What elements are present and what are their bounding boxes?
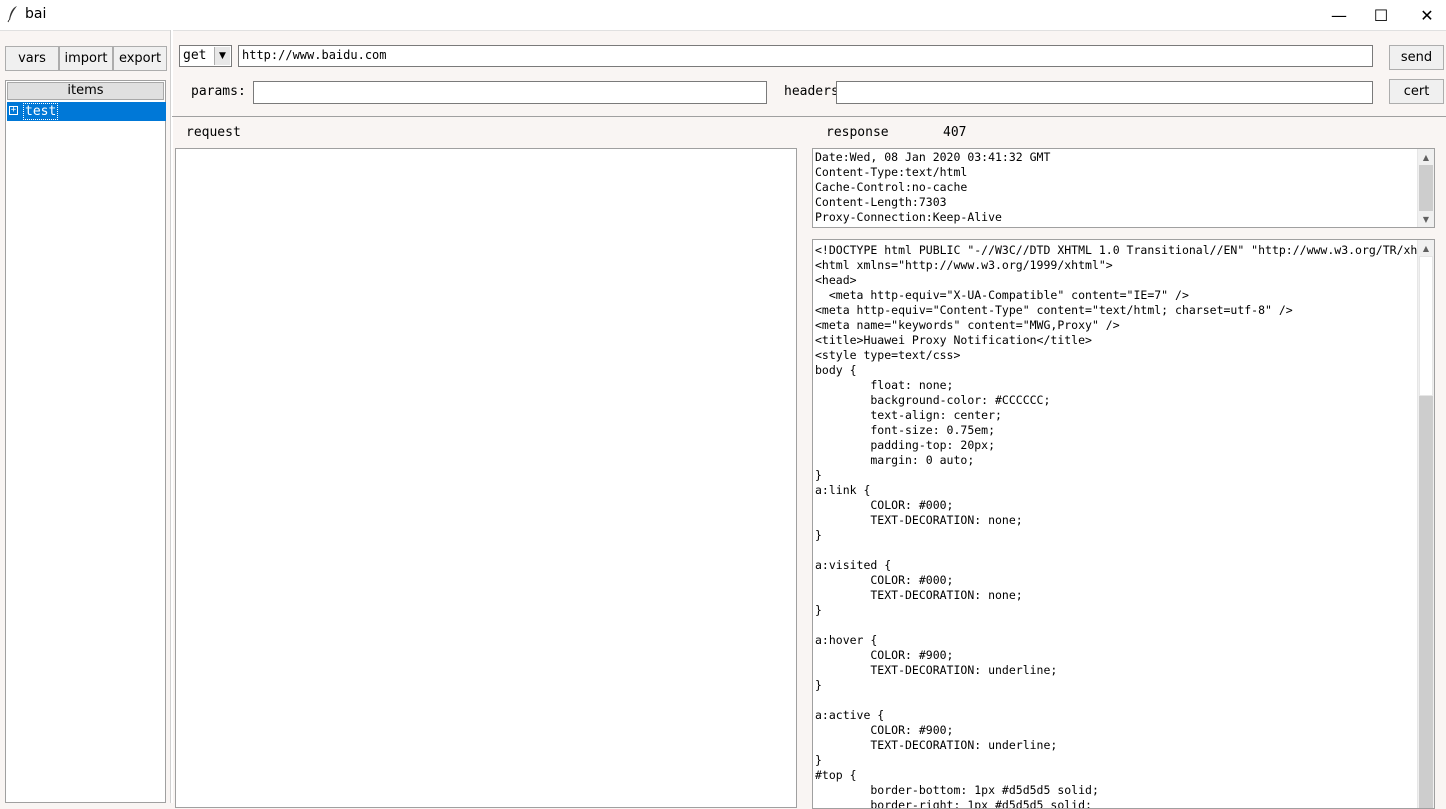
maximize-button[interactable]: ☐ (1358, 0, 1404, 30)
url-input[interactable]: http://www.baidu.com (238, 45, 1373, 67)
send-button[interactable]: send (1389, 45, 1444, 70)
feather-icon (7, 6, 17, 23)
headers-input[interactable] (836, 81, 1373, 104)
body-scrollbar[interactable]: ▲ (1417, 240, 1434, 808)
headers-scrollbar[interactable]: ▲ ▼ (1417, 149, 1434, 227)
tree-column-header[interactable]: items (7, 82, 164, 100)
export-button[interactable]: export (113, 46, 167, 71)
scroll-thumb[interactable] (1419, 165, 1433, 211)
title-bar: bai — ☐ ✕ (0, 0, 1446, 31)
request-body-text[interactable] (175, 148, 797, 808)
window-title: bai (25, 6, 47, 22)
params-input[interactable] (253, 81, 767, 104)
items-tree[interactable]: items + test (5, 80, 166, 803)
scroll-up-icon[interactable]: ▲ (1418, 240, 1434, 256)
vars-button[interactable]: vars (5, 46, 59, 71)
expand-icon[interactable]: + (9, 106, 18, 115)
status-code: 407 (943, 125, 967, 140)
response-body-text[interactable]: <!DOCTYPE html PUBLIC "-//W3C//DTD XHTML… (812, 239, 1435, 809)
request-body-content (176, 149, 796, 151)
method-select[interactable]: get ▼ (179, 45, 232, 67)
panel-divider[interactable] (170, 30, 173, 803)
cert-button[interactable]: cert (1389, 79, 1444, 104)
response-label: response (826, 125, 889, 140)
method-value: get (183, 48, 207, 63)
tree-item[interactable]: + test (7, 102, 166, 121)
minimize-button[interactable]: — (1316, 0, 1362, 30)
separator (172, 116, 1446, 117)
response-headers-content: Date:Wed, 08 Jan 2020 03:41:32 GMT Conte… (815, 150, 1051, 224)
scroll-thumb[interactable] (1419, 396, 1433, 808)
import-button[interactable]: import (59, 46, 113, 71)
response-headers-text[interactable]: Date:Wed, 08 Jan 2020 03:41:32 GMT Conte… (812, 148, 1435, 228)
params-label: params: (191, 84, 246, 99)
tree-item-label: test (23, 103, 59, 120)
scroll-track-upper[interactable] (1419, 256, 1433, 396)
scroll-down-icon[interactable]: ▼ (1418, 211, 1434, 227)
close-button[interactable]: ✕ (1404, 0, 1446, 30)
headers-label: headers (784, 84, 839, 99)
request-label: request (186, 125, 241, 140)
response-body-content: <!DOCTYPE html PUBLIC "-//W3C//DTD XHTML… (815, 243, 1435, 809)
chevron-down-icon[interactable]: ▼ (214, 47, 230, 65)
scroll-up-icon[interactable]: ▲ (1418, 149, 1434, 165)
